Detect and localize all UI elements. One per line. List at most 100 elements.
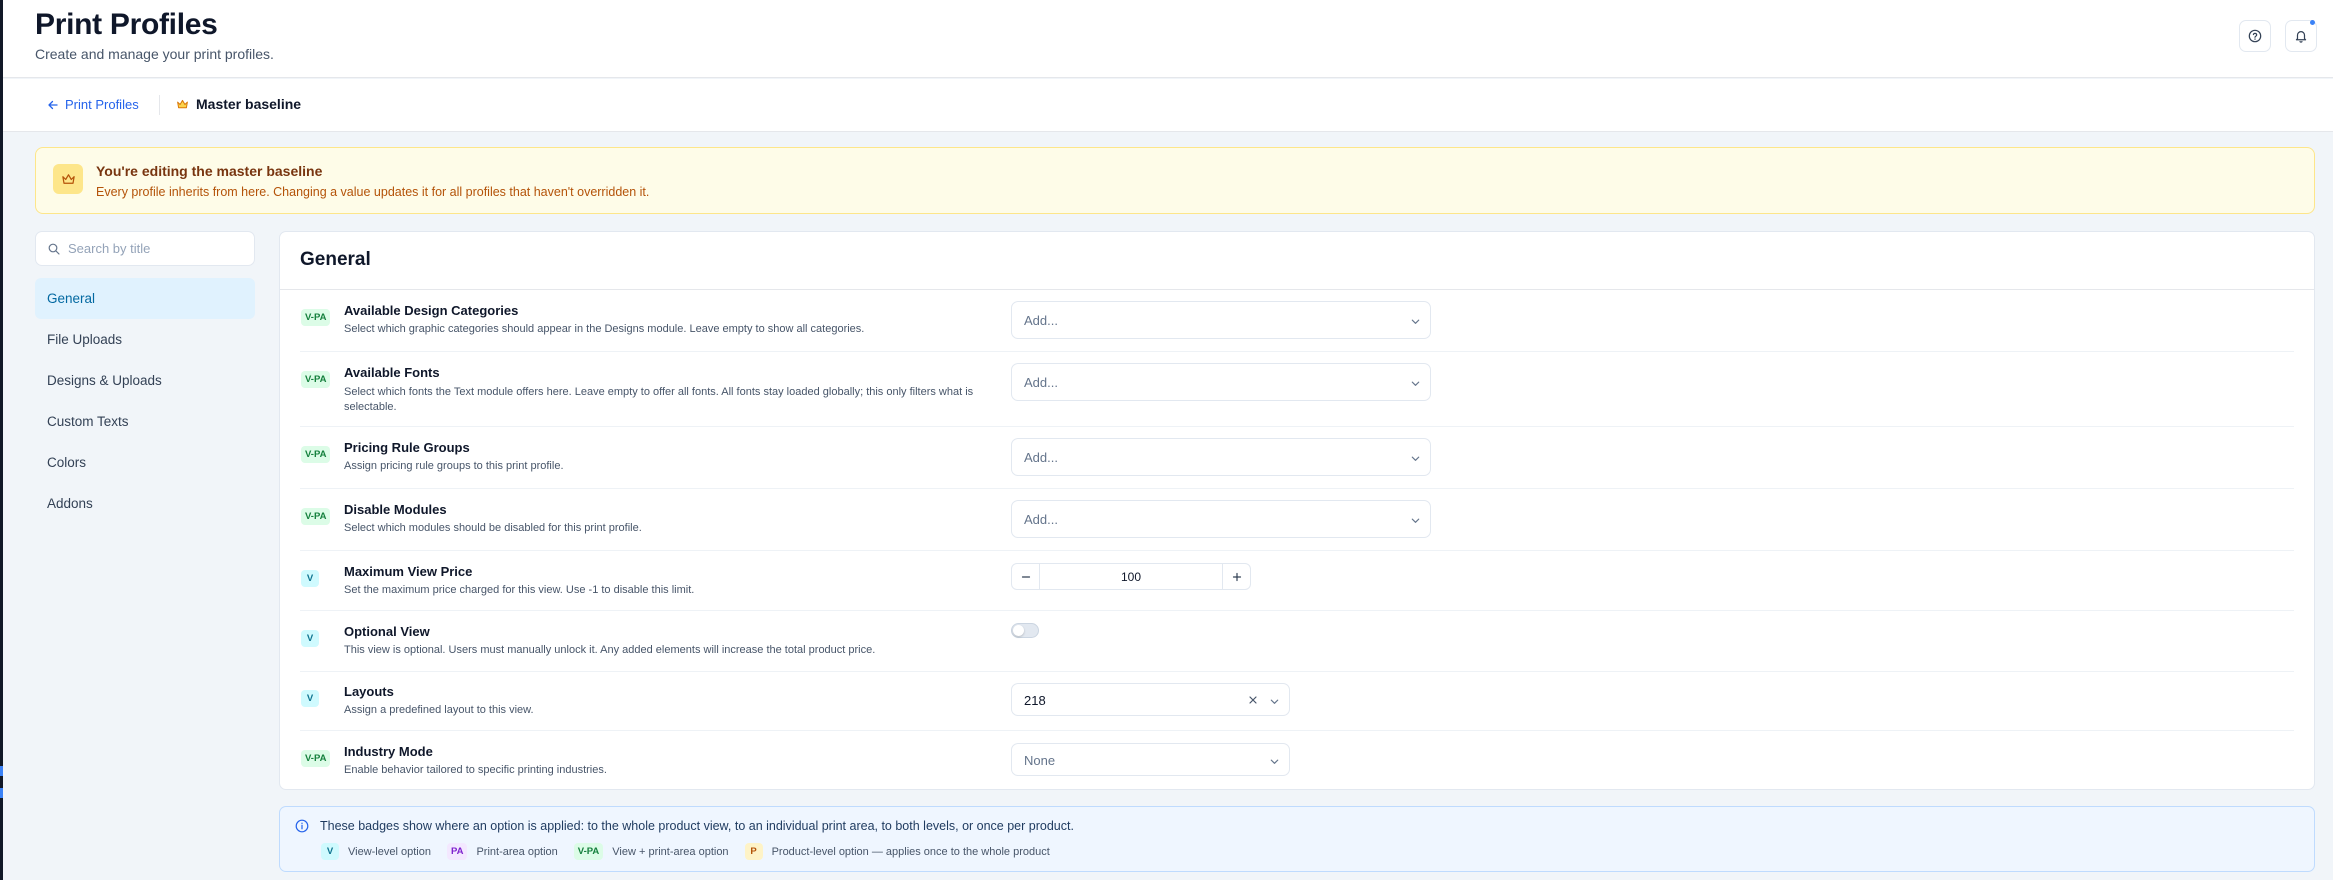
banner-title: You're editing the master baseline <box>96 163 323 179</box>
legend-item-view: V View-level option <box>321 843 431 860</box>
select-value: Add... <box>1024 512 1058 527</box>
sidebar-item-addons[interactable]: Addons <box>35 483 255 524</box>
option-description: This view is optional. Users must manual… <box>344 644 876 656</box>
scope-badge: V-PA <box>301 508 331 525</box>
increment-button[interactable] <box>1222 564 1250 589</box>
chevron-down-icon <box>1270 759 1279 764</box>
search-input[interactable] <box>68 232 248 265</box>
option-row-fonts: V-PA Available Fonts Select which fonts … <box>280 352 2314 427</box>
notification-dot <box>2310 20 2315 25</box>
scope-badge: V <box>301 570 319 587</box>
page-header: Print Profiles Create and manage your pr… <box>3 0 2333 78</box>
scope-badge: V-PA <box>301 446 331 463</box>
sidebar-item-custom-texts[interactable]: Custom Texts <box>35 401 255 442</box>
legend-label: View-level option <box>348 845 431 858</box>
chevron-down-icon <box>1270 699 1279 704</box>
decrement-button[interactable] <box>1012 564 1040 589</box>
option-row-disable-modules: V-PA Disable Modules Select which module… <box>280 489 2314 551</box>
page-title: Print Profiles <box>35 8 218 41</box>
minus-icon <box>1021 575 1030 578</box>
option-description: Set the maximum price charged for this v… <box>344 584 695 596</box>
badge-legend: These badges show where an option is app… <box>279 806 2315 872</box>
sidebar-item-general[interactable]: General <box>35 278 255 319</box>
legend-label: Product-level option — applies once to t… <box>771 845 1050 858</box>
pricing-rule-groups-select[interactable]: Add... <box>1011 438 1431 476</box>
info-icon <box>295 819 309 833</box>
industry-mode-select[interactable]: None <box>1011 743 1290 776</box>
general-settings-card: General V-PA Available Design Categories… <box>279 231 2315 790</box>
option-description: Select which fonts the Text module offer… <box>344 386 974 413</box>
scope-badge: V <box>321 843 339 860</box>
crown-icon <box>61 173 75 184</box>
fonts-select[interactable]: Add... <box>1011 363 1431 401</box>
max-view-price-stepper[interactable]: 100 <box>1011 563 1251 590</box>
breadcrumb-current-label: Master baseline <box>196 96 302 112</box>
banner-description: Every profile inherits from here. Changi… <box>96 185 650 199</box>
page-subtitle: Create and manage your print profiles. <box>35 46 274 62</box>
optional-view-toggle[interactable] <box>1011 623 1039 638</box>
breadcrumb-divider <box>159 95 160 115</box>
option-description: Select which graphic categories should a… <box>344 323 865 335</box>
option-title: Industry Mode <box>344 744 433 759</box>
back-link-label: Print Profiles <box>65 97 139 112</box>
legend-label: View + print-area option <box>612 845 729 858</box>
legend-label: Print-area option <box>476 845 558 858</box>
option-description: Enable behavior tailored to specific pri… <box>344 764 607 776</box>
select-value: 218 <box>1024 693 1046 708</box>
chevron-down-icon <box>1411 319 1420 324</box>
master-baseline-banner: You're editing the master baseline Every… <box>35 147 2315 214</box>
back-to-print-profiles-link[interactable]: Print Profiles <box>47 97 139 112</box>
bell-icon <box>2295 31 2307 43</box>
option-row-industry-mode: V-PA Industry Mode Enable behavior tailo… <box>280 731 2314 789</box>
scope-badge: P <box>744 843 763 860</box>
option-title: Available Fonts <box>344 365 440 380</box>
select-value: Add... <box>1024 375 1058 390</box>
option-row-design-categories: V-PA Available Design Categories Select … <box>280 290 2314 352</box>
edge-marker <box>0 766 3 776</box>
toggle-knob <box>1013 625 1024 636</box>
option-title: Disable Modules <box>344 502 447 517</box>
scope-badge: V-PA <box>301 750 331 767</box>
crown-icon <box>177 99 188 108</box>
legend-item-product: P Product-level option — applies once to… <box>744 843 1050 860</box>
help-icon <box>2248 29 2262 43</box>
option-title: Optional View <box>344 624 430 639</box>
chevron-down-icon <box>1411 518 1420 523</box>
scope-badge: V-PA <box>301 371 331 388</box>
breadcrumb: Print Profiles Master baseline <box>3 79 2333 132</box>
help-button[interactable] <box>2239 20 2271 52</box>
layouts-select[interactable]: 218 <box>1011 683 1290 716</box>
scope-badge: V <box>301 630 319 647</box>
option-row-max-view-price: V Maximum View Price Set the maximum pri… <box>280 551 2314 611</box>
clear-icon[interactable] <box>1248 695 1258 705</box>
legend-item-print-area: PA Print-area option <box>446 843 558 860</box>
sidebar-nav: General File Uploads Designs & Uploads C… <box>35 278 255 524</box>
select-value: None <box>1024 753 1056 768</box>
disable-modules-select[interactable]: Add... <box>1011 500 1431 538</box>
option-title: Available Design Categories <box>344 303 519 318</box>
breadcrumb-current: Master baseline <box>176 96 301 112</box>
option-title: Layouts <box>344 684 394 699</box>
option-row-layouts: V Layouts Assign a predefined layout to … <box>280 672 2314 731</box>
sidebar-item-designs-uploads[interactable]: Designs & Uploads <box>35 360 255 401</box>
select-value: Add... <box>1024 313 1058 328</box>
arrow-left-icon <box>48 100 58 109</box>
sidebar-item-file-uploads[interactable]: File Uploads <box>35 319 255 360</box>
option-description: Assign a predefined layout to this view. <box>344 704 534 716</box>
legend-item-view-print-area: V-PA View + print-area option <box>573 843 729 860</box>
scope-badge: PA <box>446 843 468 860</box>
edge-marker <box>0 788 3 798</box>
banner-crown-badge <box>53 164 83 194</box>
option-title: Maximum View Price <box>344 564 473 579</box>
design-categories-select[interactable]: Add... <box>1011 301 1431 339</box>
sidebar-search[interactable] <box>35 231 255 266</box>
window-left-edge <box>0 0 3 880</box>
option-description: Select which modules should be disabled … <box>344 522 642 534</box>
option-title: Pricing Rule Groups <box>344 440 470 455</box>
stepper-value[interactable]: 100 <box>1040 570 1222 584</box>
select-value: Add... <box>1024 450 1058 465</box>
scope-badge: V <box>301 690 319 707</box>
sidebar-item-colors[interactable]: Colors <box>35 442 255 483</box>
notifications-button[interactable] <box>2285 20 2317 52</box>
plus-icon <box>1232 572 1241 581</box>
